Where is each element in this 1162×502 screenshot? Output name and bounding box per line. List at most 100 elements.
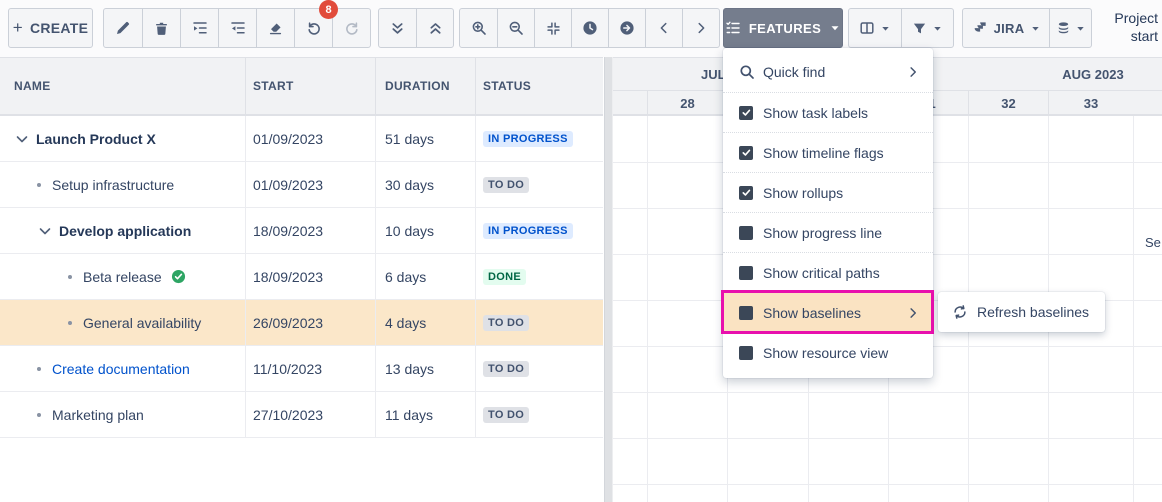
outdent-button[interactable] — [218, 9, 256, 47]
view-nav-group — [459, 8, 720, 48]
menu-item-show-task-labels[interactable]: Show task labels — [723, 92, 933, 132]
undo-count-badge: 8 — [319, 0, 338, 19]
menu-item-show-rollups[interactable]: Show rollups — [723, 172, 933, 212]
edit-button[interactable] — [104, 9, 142, 47]
search-icon — [739, 64, 755, 80]
timeline-task-label: Se — [1145, 235, 1161, 250]
column-divider — [475, 116, 476, 162]
submenu-refresh-baselines[interactable]: Refresh baselines — [938, 292, 1105, 332]
menu-item-show-resource-view[interactable]: Show resource view — [723, 332, 933, 372]
column-divider — [375, 392, 376, 438]
menu-item-label: Quick find — [763, 64, 907, 80]
create-button[interactable]: + CREATE — [8, 8, 93, 48]
chevron-down-icon[interactable] — [14, 131, 30, 147]
collapse-all-button[interactable] — [416, 9, 453, 47]
task-name: Launch Product X — [36, 131, 156, 147]
menu-item-show-critical-paths[interactable]: Show critical paths — [723, 252, 933, 292]
submenu-item-label: Refresh baselines — [977, 304, 1089, 320]
zoom-out-button[interactable] — [497, 9, 534, 47]
task-name: Marketing plan — [52, 407, 144, 423]
task-name: Setup infrastructure — [52, 177, 174, 193]
jira-logo-icon — [971, 20, 988, 37]
features-button[interactable]: FEATURES — [723, 8, 843, 48]
menu-item-label: Show resource view — [763, 345, 919, 361]
redo-icon — [344, 20, 360, 36]
today-button[interactable] — [571, 9, 608, 47]
column-header-status[interactable]: STATUS — [483, 58, 531, 114]
jira-button[interactable]: JIRA — [963, 9, 1049, 47]
table-row[interactable]: Setup infrastructure 01/09/2023 30 days … — [0, 162, 603, 208]
timeline-gridline — [647, 116, 648, 502]
timeline-rowline — [613, 392, 1162, 393]
clock-icon — [582, 20, 598, 36]
indent-button[interactable] — [180, 9, 218, 47]
duration-cell: 4 days — [385, 300, 426, 345]
bullet-icon — [68, 321, 72, 325]
column-divider — [475, 346, 476, 392]
gantt-app: + CREATE 8 FEATURES — [0, 0, 1162, 502]
fit-screen-button[interactable] — [534, 9, 571, 47]
features-menu: Quick find Show task labels Show timelin… — [723, 48, 933, 378]
redo-button[interactable] — [332, 9, 370, 47]
duration-cell: 10 days — [385, 208, 434, 253]
delete-button[interactable] — [142, 9, 180, 47]
scroll-right-button[interactable] — [682, 9, 719, 47]
clear-format-button[interactable] — [256, 9, 294, 47]
column-header-name[interactable]: NAME — [14, 58, 51, 114]
chevron-right-icon — [907, 66, 919, 78]
refresh-icon — [952, 304, 968, 320]
scroll-left-button[interactable] — [645, 9, 682, 47]
table-row[interactable]: Marketing plan 27/10/2023 11 days TO DO — [0, 392, 603, 438]
chevron-left-icon — [657, 21, 671, 35]
menu-item-label: Show task labels — [763, 105, 919, 121]
arrow-circle-right-icon — [619, 20, 635, 36]
column-divider — [375, 254, 376, 300]
status-badge: TO DO — [483, 361, 529, 377]
zoom-in-button[interactable] — [460, 9, 497, 47]
menu-item-show-progress-line[interactable]: Show progress line — [723, 212, 933, 252]
filter-icon — [912, 21, 927, 36]
status-cell: TO DO — [483, 392, 529, 437]
task-name-link[interactable]: Create documentation — [52, 361, 190, 377]
status-cell: TO DO — [483, 300, 529, 345]
jump-to-task-button[interactable] — [608, 9, 645, 47]
column-header-duration[interactable]: DURATION — [385, 58, 450, 114]
task-name: Develop application — [59, 223, 191, 239]
start-cell: 01/09/2023 — [253, 162, 323, 207]
columns-filter-group — [848, 8, 954, 48]
column-header-start[interactable]: START — [253, 58, 294, 114]
menu-item-label: Show rollups — [763, 185, 919, 201]
baseline-data-button[interactable] — [1049, 9, 1091, 47]
column-divider — [245, 162, 246, 208]
menu-item-label: Show timeline flags — [763, 145, 919, 161]
table-row[interactable]: Beta release 18/09/2023 6 days DONE — [0, 254, 603, 300]
table-header: NAME START DURATION STATUS — [0, 57, 603, 116]
week-cell-33: 33 — [1048, 91, 1133, 115]
zoom-in-icon — [471, 20, 487, 36]
menu-item-show-timeline-flags[interactable]: Show timeline flags — [723, 132, 933, 172]
column-divider — [475, 208, 476, 254]
status-badge: TO DO — [483, 407, 529, 423]
eraser-icon — [268, 21, 283, 36]
filter-button[interactable] — [901, 9, 953, 47]
column-divider — [375, 116, 376, 162]
bullet-icon — [68, 275, 72, 279]
start-cell: 01/09/2023 — [253, 116, 323, 161]
table-row[interactable]: Create documentation 11/10/2023 13 days … — [0, 346, 603, 392]
table-row-selected[interactable]: General availability 26/09/2023 4 days T… — [0, 300, 603, 346]
bullet-icon — [37, 183, 41, 187]
columns-button[interactable] — [849, 9, 901, 47]
column-divider — [475, 162, 476, 208]
expand-all-button[interactable] — [379, 9, 416, 47]
table-timeline-splitter[interactable] — [604, 57, 613, 502]
table-row[interactable]: Launch Product X 01/09/2023 51 days IN P… — [0, 116, 603, 162]
menu-item-quick-find[interactable]: Quick find — [723, 52, 933, 92]
menu-item-show-baselines[interactable]: Show baselines — [723, 292, 933, 332]
timeline-rowline — [613, 438, 1162, 439]
checkbox-unchecked-icon — [739, 346, 753, 360]
table-row[interactable]: Develop application 18/09/2023 10 days I… — [0, 208, 603, 254]
column-divider — [475, 300, 476, 346]
chevron-down-icon[interactable] — [37, 223, 53, 239]
menu-item-label: Show progress line — [763, 225, 919, 241]
column-divider — [375, 346, 376, 392]
